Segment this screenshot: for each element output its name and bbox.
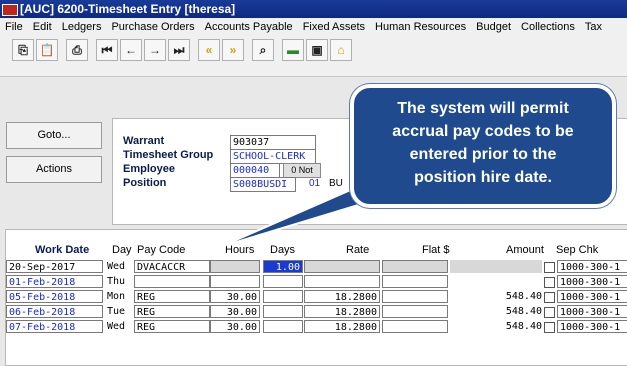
- callout-line-4: position hire date.: [414, 169, 552, 186]
- callout-line-2: accrual pay codes to be: [392, 123, 574, 140]
- annotation-callout: The system will permit accrual pay codes…: [350, 84, 616, 208]
- callout-line-1: The system will permit: [397, 100, 569, 117]
- callout-line-3: entered prior to the: [409, 146, 557, 163]
